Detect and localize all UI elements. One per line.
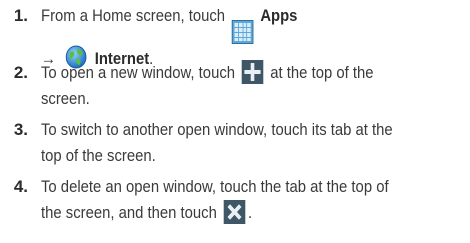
step-text: To open a new window, touch at the top o… bbox=[41, 60, 464, 112]
step-text: To switch to another open window, touch … bbox=[41, 117, 464, 169]
step-number: 2. bbox=[13, 63, 28, 82]
step-2-text-cont: at the top of the bbox=[270, 64, 374, 82]
step-1-text: From a Home screen, touch bbox=[41, 7, 226, 25]
step-4-text-cont: the screen, and then touch bbox=[41, 204, 217, 222]
step-4-text: To delete an open window, touch the tab … bbox=[41, 178, 389, 196]
instruction-steps: 1. From a Home screen, touch Apps → Inte… bbox=[0, 0, 470, 243]
apps-label: Apps bbox=[260, 7, 298, 25]
close-x-icon bbox=[223, 200, 246, 224]
step-2-text-end: screen. bbox=[41, 90, 90, 108]
apps-grid-icon bbox=[231, 20, 254, 45]
step-2-text: To open a new window, touch bbox=[41, 64, 236, 82]
plus-icon bbox=[241, 60, 264, 84]
step-number: 4. bbox=[13, 177, 28, 196]
step-number: 3. bbox=[13, 120, 28, 139]
step-3-text: To switch to another open window, touch … bbox=[41, 121, 393, 139]
period: . bbox=[247, 204, 253, 222]
step-3-text-end: top of the screen. bbox=[41, 147, 156, 165]
step-text: To delete an open window, touch the tab … bbox=[41, 174, 464, 226]
step-number: 1. bbox=[13, 6, 28, 25]
